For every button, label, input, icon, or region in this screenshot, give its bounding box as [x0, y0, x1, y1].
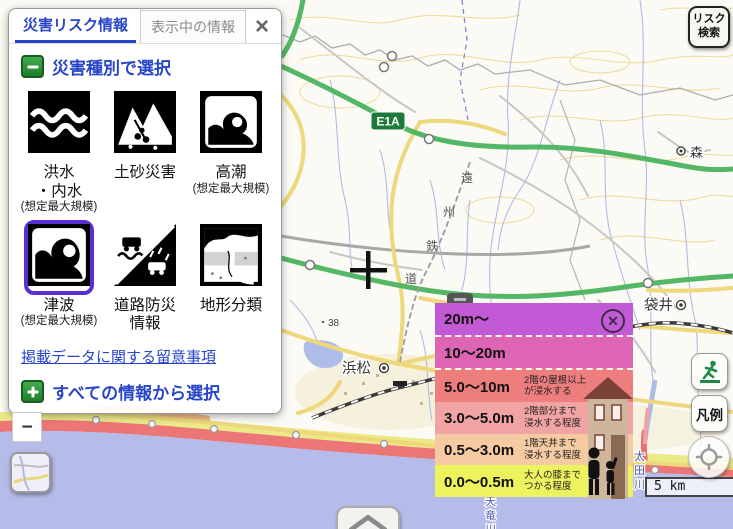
map-label-tenryu: 天 竜 川 [485, 496, 496, 529]
legend-row-10～20m: 10～20m [435, 335, 633, 369]
section-disaster-type-header[interactable]: 災害種別で選択 [21, 54, 269, 79]
landslide-icon[interactable] [110, 87, 180, 162]
disaster-type-label: 地形分類 [200, 297, 262, 316]
disaster-type-sublabel: (想定最大規模) [193, 183, 270, 196]
tsunami-icon-art [28, 273, 90, 290]
running-person-icon [697, 359, 723, 385]
legend-collapse-tab[interactable] [447, 293, 473, 303]
bottom-panel-expand-button[interactable] [336, 506, 400, 529]
panel-close-button[interactable]: × [253, 13, 271, 41]
map-label-fukuroi: 袋井 [644, 297, 673, 314]
map-label-mori: 森 [690, 145, 703, 160]
locate-icon [695, 443, 723, 471]
disaster-type-sublabel: (想定最大規模) [21, 315, 98, 328]
road-disaster-icon[interactable] [110, 220, 180, 295]
disaster-type-label: 津波 [43, 297, 74, 316]
map-label-hamamatsu: 浜松 [342, 360, 371, 377]
section-disaster-type-title: 災害種別で選択 [52, 54, 171, 79]
expressway-shield: E1A [371, 112, 405, 130]
legend-range: 0.5～3.0m [444, 439, 518, 460]
legend-range: 5.0～10m [444, 376, 518, 397]
svg-text:道: 道 [405, 272, 417, 286]
svg-text:川: 川 [634, 479, 645, 491]
legend-description: 1階天井まで 浸水する程度 [524, 438, 581, 461]
legend-description: 2階の屋根以上 が浸水する [524, 375, 586, 398]
disaster-type-label: 洪水 ・内水 [36, 164, 83, 201]
svg-text:鉄: 鉄 [426, 238, 438, 253]
legend-range: 3.0～5.0m [444, 407, 518, 428]
panel-tabs: 災害リスク情報 表示中の情報 [9, 9, 281, 44]
landform-icon[interactable] [196, 220, 266, 295]
tab-disaster-risk-info[interactable]: 災害リスク情報 [15, 8, 136, 43]
svg-text:竜: 竜 [485, 508, 496, 522]
legend-row-5.0～10m: 5.0～10m 2階の屋根以上 が浸水する [435, 368, 633, 402]
disaster-risk-panel: 災害リスク情報 表示中の情報 × 災害種別で選択 洪水 ・内水(想定最大規模)土… [8, 8, 282, 414]
disaster-type-landform[interactable]: 地形分類 [189, 220, 273, 334]
tab-displayed-info[interactable]: 表示中の情報 [140, 10, 246, 43]
storm-surge-icon[interactable] [196, 87, 266, 162]
legend-row-0.5～3.0m: 0.5～3.0m 1階天井まで 浸水する程度 [435, 434, 633, 466]
section-all-info-title: すべての情報から選択 [52, 379, 220, 404]
flood-icon-art [28, 140, 90, 157]
minimap-toggle-button[interactable] [10, 452, 51, 493]
legend-range: 0.0～0.5m [444, 471, 518, 492]
road-disaster-icon-art [114, 273, 176, 290]
svg-text:太: 太 [634, 450, 645, 463]
legend-description: 大人の膝まで つかる程度 [524, 470, 581, 493]
disaster-type-grid: 洪水 ・内水(想定最大規模)土砂災害高潮(想定最大規模)津波(想定最大規模)道路… [9, 85, 281, 334]
map-label-otagawa: 太 田 川 [634, 450, 645, 491]
data-notes-link[interactable]: 掲載データに関する留意事項 [21, 346, 269, 367]
evacuation-run-button[interactable] [691, 353, 728, 390]
expand-plus-icon[interactable] [21, 380, 44, 403]
disaster-type-tsunami[interactable]: 津波(想定最大規模) [17, 220, 101, 334]
storm-surge-icon-art [200, 140, 262, 157]
risk-search-button[interactable]: リスク 検索 [688, 6, 730, 48]
legend-range: 10～20m [444, 342, 518, 363]
legend-row-3.0～5.0m: 3.0～5.0m 2階部分まで 浸水する程度 [435, 402, 633, 434]
legend-toggle-button[interactable]: 凡例 [691, 395, 728, 432]
collapse-minus-icon[interactable] [21, 55, 44, 78]
svg-text:川: 川 [485, 524, 496, 529]
legend-row-0.0～0.5m: 0.0～0.5m 大人の膝まで つかる程度 [435, 465, 633, 497]
map-label-spot38: ・38 [318, 318, 340, 329]
flood-icon[interactable] [24, 87, 94, 162]
tsunami-icon[interactable] [24, 220, 94, 295]
landform-icon-art [200, 273, 262, 290]
svg-text:天: 天 [485, 496, 496, 508]
disaster-type-storm-surge[interactable]: 高潮(想定最大規模) [189, 87, 273, 214]
svg-text:田: 田 [634, 465, 645, 477]
disaster-type-road-disaster[interactable]: 道路防災 情報 [103, 220, 187, 334]
hazard-map-app: E1A 浜松 袋井 森 ・38 遠 州 鉄 道 太 田 川 天 竜 [0, 0, 733, 529]
scale-bar: 5 km [645, 477, 733, 497]
disaster-type-sublabel: (想定最大規模) [21, 201, 98, 214]
disaster-type-label: 道路防災 情報 [114, 297, 176, 334]
tsunami-depth-legend: ✕ 20m～ 10～20m 5.0～10m 2階の屋根以上 が浸水する 3.0～5.0m… [435, 303, 633, 497]
chevron-up-icon [338, 508, 398, 529]
landslide-icon-art [114, 140, 176, 157]
disaster-type-landslide[interactable]: 土砂災害 [103, 87, 187, 214]
svg-text:州: 州 [443, 205, 455, 219]
minimap-icon [12, 454, 50, 492]
svg-text:遠: 遠 [461, 171, 473, 185]
expressway-shield-label: E1A [376, 115, 400, 129]
disaster-type-flood[interactable]: 洪水 ・内水(想定最大規模) [17, 87, 101, 214]
zoom-out-button[interactable]: − [12, 412, 42, 442]
legend-range: 20m～ [444, 308, 518, 329]
gps-locate-button[interactable] [688, 436, 730, 478]
legend-description: 2階部分まで 浸水する程度 [524, 406, 581, 429]
disaster-type-label: 土砂災害 [114, 164, 176, 183]
disaster-type-label: 高潮 [215, 164, 246, 183]
section-all-info-header[interactable]: すべての情報から選択 [21, 379, 269, 404]
legend-close-button[interactable]: ✕ [601, 309, 625, 333]
